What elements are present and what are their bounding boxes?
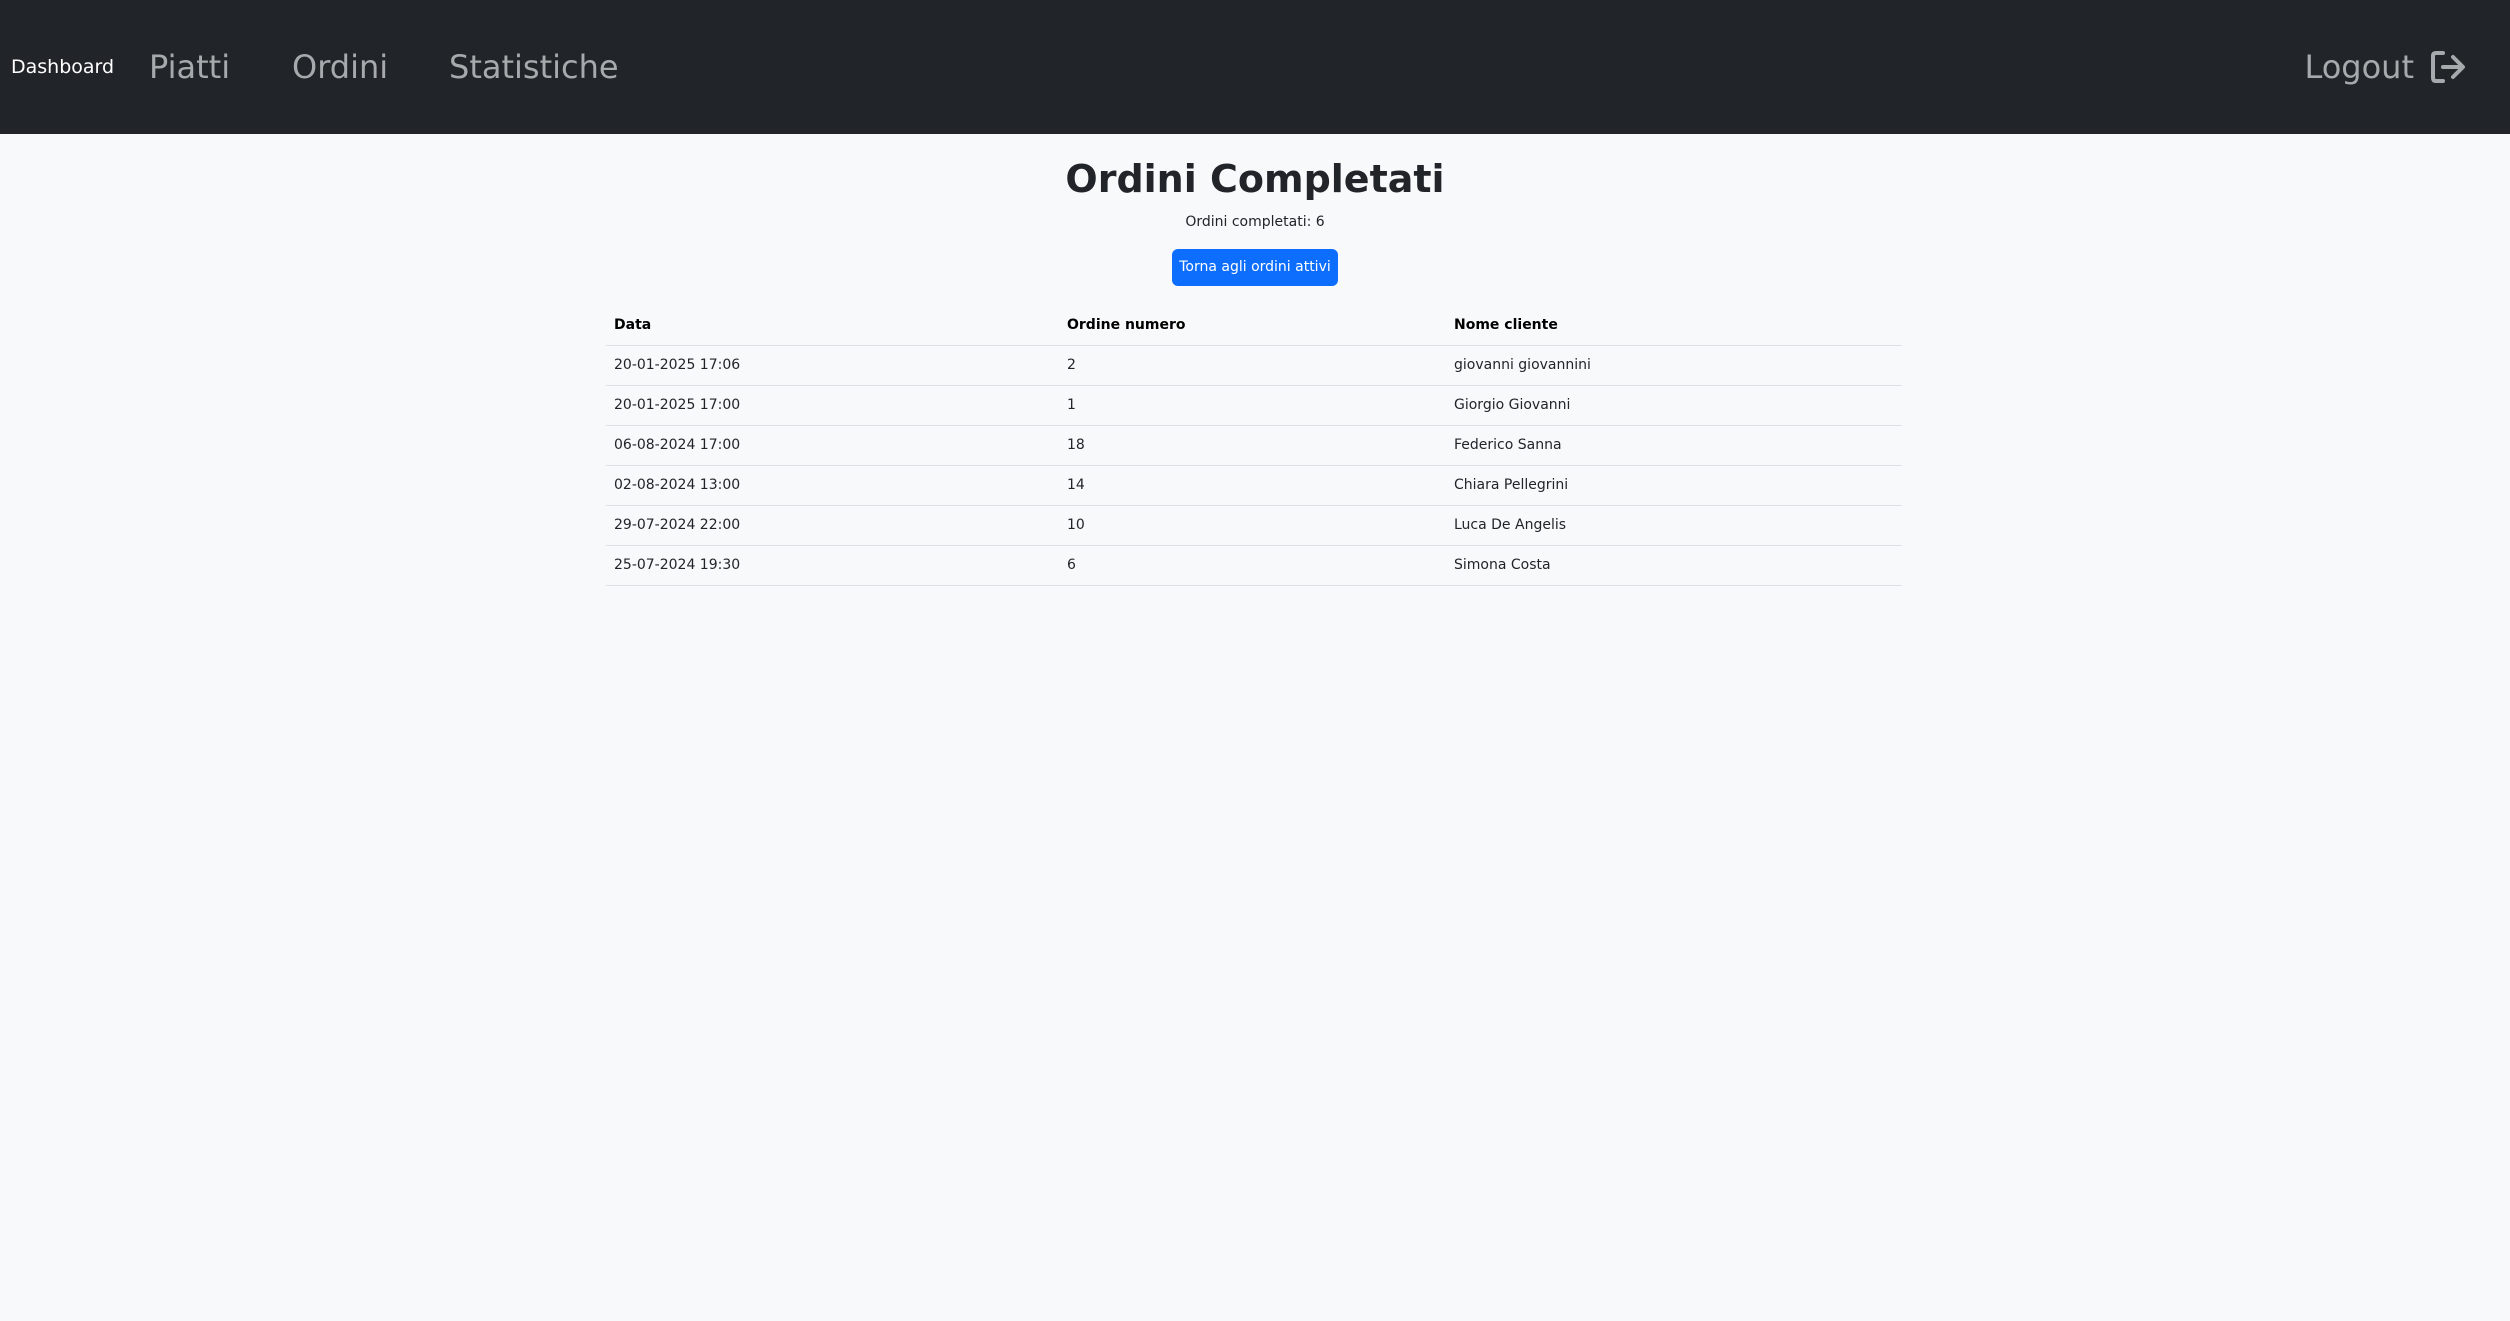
column-header-ordine-numero: Ordine numero [1059,305,1446,346]
cell-nome-cliente: Luca De Angelis [1446,505,1902,546]
cell-data: 20-01-2025 17:06 [606,345,1059,386]
table-header-row: Data Ordine numero Nome cliente [606,305,1902,346]
completed-orders-table: Data Ordine numero Nome cliente 20-01-20… [606,305,1902,586]
cell-nome-cliente: Giorgio Giovanni [1446,385,1902,426]
cell-data: 06-08-2024 17:00 [606,425,1059,466]
cell-ordine-numero: 6 [1059,545,1446,586]
cell-nome-cliente: Chiara Pellegrini [1446,465,1902,506]
logout-label: Logout [2304,48,2414,86]
table-row: 25-07-2024 19:30 6 Simona Costa [606,545,1902,586]
table-row: 02-08-2024 13:00 14 Chiara Pellegrini [606,465,1902,506]
logout-icon [2430,50,2466,84]
table-header: Data Ordine numero Nome cliente [606,305,1902,346]
cell-ordine-numero: 14 [1059,465,1446,506]
cell-ordine-numero: 10 [1059,505,1446,546]
completed-orders-count: Ordini completati: 6 [1185,214,1325,230]
back-to-active-orders-button[interactable]: Torna agli ordini attivi [1172,249,1338,286]
nav-link-piatti[interactable]: Piatti [149,42,230,92]
table-row: 06-08-2024 17:00 18 Federico Sanna [606,425,1902,466]
cell-nome-cliente: giovanni giovannini [1446,345,1902,386]
table-row: 20-01-2025 17:00 1 Giorgio Giovanni [606,385,1902,426]
table-body: 20-01-2025 17:06 2 giovanni giovannini 2… [606,345,1902,586]
completed-orders-table-container: Data Ordine numero Nome cliente 20-01-20… [606,305,1902,586]
cell-ordine-numero: 1 [1059,385,1446,426]
cell-data: 20-01-2025 17:00 [606,385,1059,426]
cell-data: 25-07-2024 19:30 [606,545,1059,586]
column-header-data: Data [606,305,1059,346]
top-navbar: Dashboard Piatti Ordini Statistiche Logo… [0,0,2510,134]
cell-data: 02-08-2024 13:00 [606,465,1059,506]
logout-link[interactable]: Logout [2304,42,2466,92]
table-row: 20-01-2025 17:06 2 giovanni giovannini [606,345,1902,386]
table-row: 29-07-2024 22:00 10 Luca De Angelis [606,505,1902,546]
cell-ordine-numero: 2 [1059,345,1446,386]
nav-link-statistiche[interactable]: Statistiche [449,42,619,92]
cell-ordine-numero: 18 [1059,425,1446,466]
cell-nome-cliente: Federico Sanna [1446,425,1902,466]
cell-nome-cliente: Simona Costa [1446,545,1902,586]
nav-link-ordini[interactable]: Ordini [292,42,388,92]
page-title: Ordini Completati [1065,157,1445,201]
cell-data: 29-07-2024 22:00 [606,505,1059,546]
brand-dashboard-link[interactable]: Dashboard [11,50,114,84]
column-header-nome-cliente: Nome cliente [1446,305,1902,346]
